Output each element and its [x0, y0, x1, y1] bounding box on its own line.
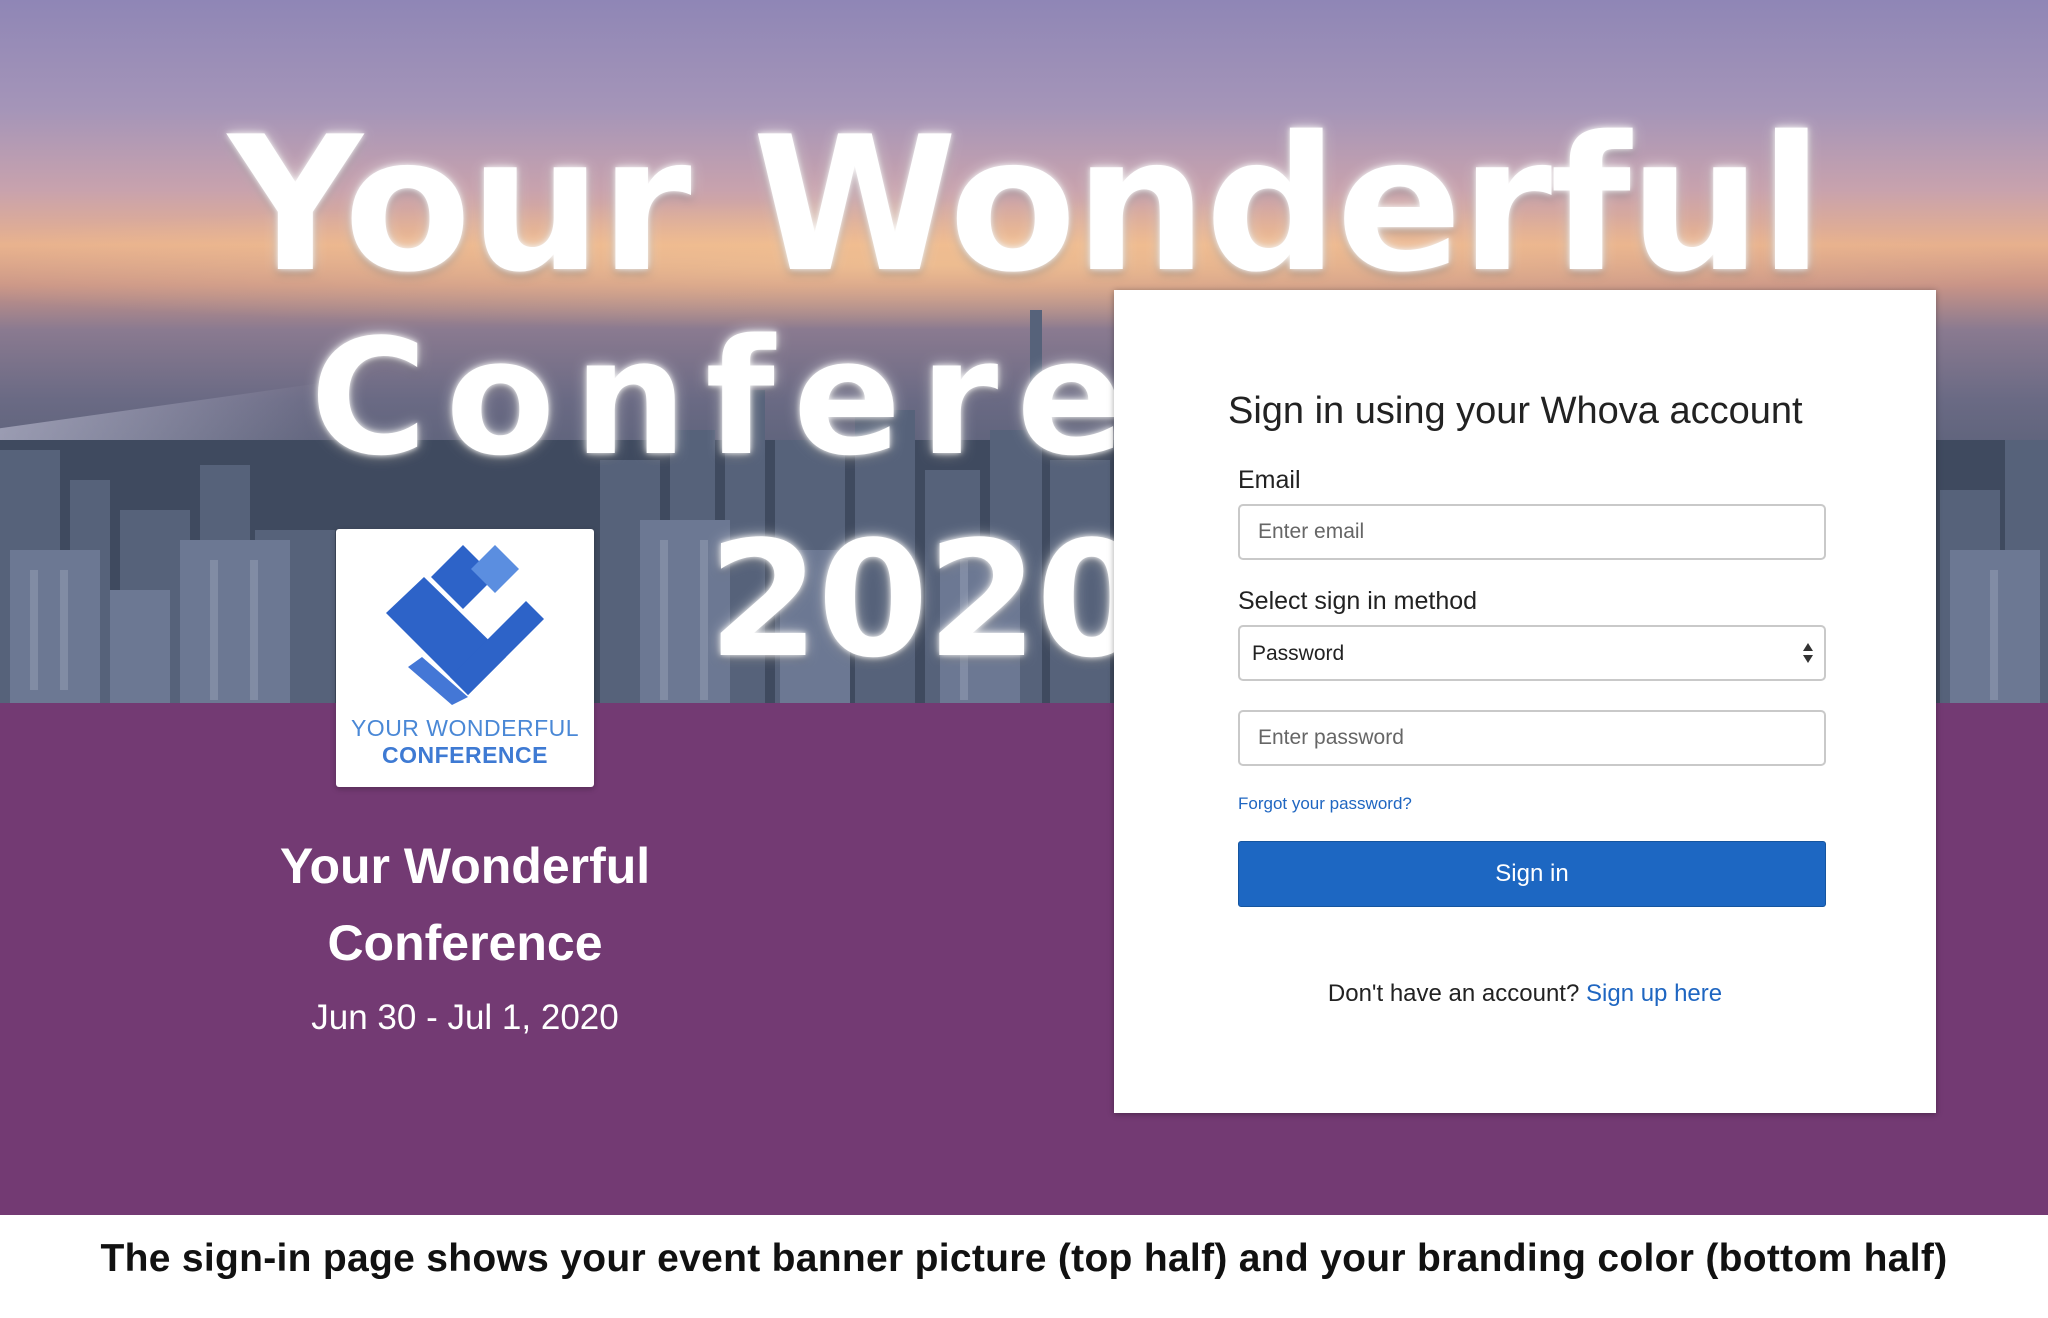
signin-method-select[interactable]: Password [1238, 625, 1826, 681]
password-input[interactable] [1238, 710, 1826, 766]
signin-method-label: Select sign in method [1238, 587, 1478, 615]
sign-in-button[interactable]: Sign in [1238, 841, 1826, 907]
banner-title-line2: Confere [310, 304, 1143, 491]
select-arrows-icon [1803, 643, 1813, 663]
signin-method-value: Password [1252, 642, 1345, 665]
forgot-password-link[interactable]: Forgot your password? [1238, 794, 1412, 814]
event-logo: YOUR WONDERFUL CONFERENCE [336, 529, 594, 787]
banner-title-line1: Your Wonderful [228, 96, 1823, 313]
signup-row: Don't have an account? Sign up here [1114, 980, 1936, 1008]
email-label: Email [1238, 466, 1301, 494]
banner-title-year: 2020 [708, 506, 1147, 693]
heart-logo-icon [386, 545, 544, 705]
event-dates: Jun 30 - Jul 1, 2020 [311, 998, 619, 1037]
event-name: Your Wonderful Conference [279, 838, 651, 971]
signin-title: Sign in using your Whova account [1228, 390, 1803, 432]
email-input[interactable] [1238, 504, 1826, 560]
signup-prompt: Don't have an account? [1327, 980, 1580, 1007]
caption-text: The sign-in page shows your event banner… [100, 1237, 1948, 1280]
logo-text-line2: CONFERENCE [381, 742, 548, 768]
signup-link[interactable]: Sign up here [1586, 980, 1722, 1007]
logo-text-line1: YOUR WONDERFUL [350, 715, 580, 741]
caption-area: The sign-in page shows your event banner… [0, 1215, 2048, 1318]
signin-card: Sign in using your Whova account Email S… [1114, 290, 1936, 1113]
